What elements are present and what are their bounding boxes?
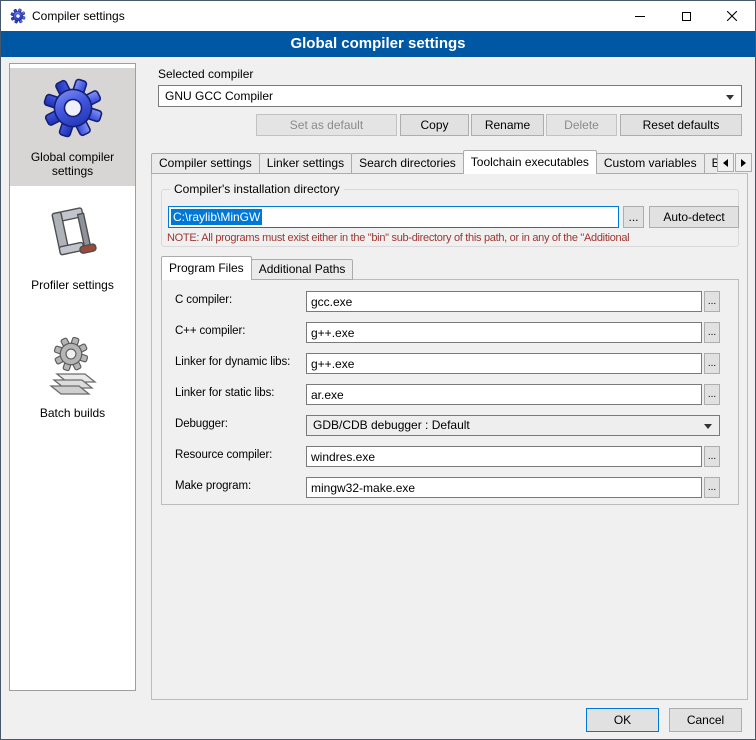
blue-gear-icon — [41, 76, 105, 140]
tab-scroll-right-button[interactable] — [735, 153, 752, 172]
minimize-icon — [635, 16, 645, 17]
make-program-input[interactable] — [306, 477, 702, 498]
tab-toolchain-executables[interactable]: Toolchain executables — [463, 150, 597, 174]
linker-static-input[interactable] — [306, 384, 702, 405]
selected-compiler-combobox[interactable]: GNU GCC Compiler — [158, 85, 742, 107]
tab-custom-variables[interactable]: Custom variables — [596, 153, 705, 174]
tab-scroll-left-button[interactable] — [717, 153, 734, 172]
settings-category-list: Global compiler settings Profiler settin… — [9, 63, 136, 691]
tab-program-files[interactable]: Program Files — [161, 256, 252, 280]
close-icon — [727, 11, 737, 21]
browse-directory-button[interactable]: ... — [623, 206, 644, 228]
window-title: Compiler settings — [32, 9, 125, 23]
debugger-value: GDB/CDB debugger : Default — [313, 418, 697, 432]
c-compiler-label: C compiler: — [175, 294, 305, 306]
sidebar-item-label: Profiler settings — [31, 278, 114, 292]
tab-compiler-settings[interactable]: Compiler settings — [151, 153, 260, 174]
sidebar-item-profiler-settings[interactable]: Profiler settings — [10, 196, 135, 300]
installation-directory-value: C:\raylib\MinGW — [171, 209, 262, 225]
copy-button[interactable]: Copy — [400, 114, 469, 136]
clamp-tool-icon — [41, 204, 105, 268]
debugger-label: Debugger: — [175, 418, 305, 430]
linker-static-label: Linker for static libs: — [175, 387, 305, 399]
selected-compiler-label: Selected compiler — [158, 67, 253, 81]
resource-compiler-browse-button[interactable]: ... — [704, 446, 720, 467]
debugger-combobox[interactable]: GDB/CDB debugger : Default — [306, 415, 720, 436]
resource-compiler-input[interactable] — [306, 446, 702, 467]
arrow-right-icon — [741, 159, 746, 167]
linker-dynamic-input[interactable] — [306, 353, 702, 374]
make-program-browse-button[interactable]: ... — [704, 477, 720, 498]
minimize-button[interactable] — [617, 1, 663, 31]
reset-defaults-button[interactable]: Reset defaults — [620, 114, 742, 136]
linker-dynamic-label: Linker for dynamic libs: — [175, 356, 305, 368]
sidebar-item-label: Batch builds — [40, 406, 105, 420]
auto-detect-button[interactable]: Auto-detect — [649, 206, 739, 228]
linker-dynamic-browse-button[interactable]: ... — [704, 353, 720, 374]
sidebar-item-global-compiler-settings[interactable]: Global compiler settings — [10, 68, 135, 186]
titlebar: Compiler settings — [1, 1, 755, 31]
maximize-button[interactable] — [663, 1, 709, 31]
installation-directory-input[interactable]: C:\raylib\MinGW — [168, 206, 619, 228]
make-program-label: Make program: — [175, 480, 305, 492]
installation-directory-legend: Compiler's installation directory — [170, 182, 344, 196]
window-controls — [617, 1, 755, 31]
resource-compiler-label: Resource compiler: — [175, 449, 305, 461]
c-compiler-browse-button[interactable]: ... — [704, 291, 720, 312]
sidebar-item-label: Global compiler settings — [12, 150, 133, 178]
set-as-default-button[interactable]: Set as default — [256, 114, 397, 136]
selected-compiler-value: GNU GCC Compiler — [165, 89, 719, 103]
cpp-compiler-label: C++ compiler: — [175, 325, 305, 337]
c-compiler-input[interactable] — [306, 291, 702, 312]
tab-search-directories[interactable]: Search directories — [351, 153, 464, 174]
delete-button[interactable]: Delete — [546, 114, 617, 136]
cpp-compiler-browse-button[interactable]: ... — [704, 322, 720, 343]
chevron-down-icon — [704, 424, 712, 429]
close-button[interactable] — [709, 1, 755, 31]
arrow-left-icon — [723, 159, 728, 167]
chevron-down-icon — [726, 95, 734, 100]
rename-button[interactable]: Rename — [471, 114, 544, 136]
tab-linker-settings[interactable]: Linker settings — [259, 153, 352, 174]
cpp-compiler-input[interactable] — [306, 322, 702, 343]
gear-stack-icon — [41, 332, 105, 396]
ok-button[interactable]: OK — [586, 708, 659, 732]
linker-static-browse-button[interactable]: ... — [704, 384, 720, 405]
compiler-settings-dialog: Compiler settings Global compiler settin… — [0, 0, 756, 740]
bin-subdirectory-note: NOTE: All programs must exist either in … — [167, 232, 745, 244]
maximize-icon — [682, 12, 691, 21]
cancel-button[interactable]: Cancel — [669, 708, 742, 732]
sidebar-item-batch-builds[interactable]: Batch builds — [10, 324, 135, 428]
dialog-header: Global compiler settings — [1, 31, 755, 57]
program-files-tab-strip: Program Files Additional Paths — [161, 256, 461, 280]
main-tab-strip: Compiler settings Linker settings Search… — [151, 150, 717, 174]
app-gear-icon — [10, 8, 26, 24]
tab-additional-paths[interactable]: Additional Paths — [251, 259, 354, 280]
tab-build-options-truncated[interactable]: Buil — [704, 153, 717, 174]
